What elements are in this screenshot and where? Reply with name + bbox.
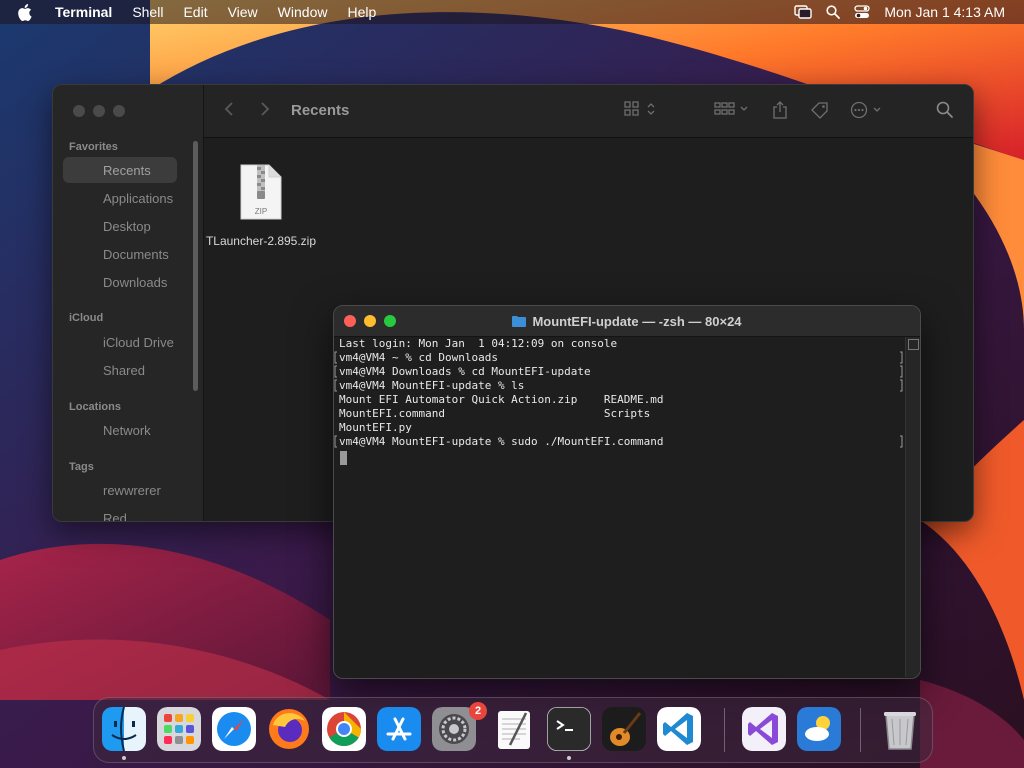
terminal-window: MountEFI-update — -zsh — 80×24 Last logi… [333, 305, 921, 679]
more-actions-icon[interactable] [850, 101, 886, 122]
sidebar-item-tag-rewwrerer[interactable]: rewwrerer [63, 477, 177, 503]
zip-badge-text: ZIP [255, 207, 267, 216]
apple-menu-icon[interactable] [17, 3, 37, 21]
dock-weather-icon[interactable]: Weather [797, 707, 841, 751]
finder-running-indicator [122, 756, 126, 760]
dock-terminal-icon[interactable]: Terminal [547, 707, 591, 751]
document-icon [71, 247, 91, 261]
menu-window[interactable]: Window [278, 4, 328, 20]
terminal-running-indicator [567, 756, 571, 760]
finder-zoom-button[interactable] [113, 105, 125, 117]
sidebar-section-favorites: Favorites [69, 141, 118, 153]
sidebar-item-downloads[interactable]: Downloads [63, 269, 177, 295]
tag-icon [71, 511, 91, 521]
finder-toolbar: Recents [204, 85, 973, 138]
menu-help[interactable]: Help [347, 4, 376, 20]
prompt-marks [334, 351, 903, 448]
sidebar-section-locations: Locations [69, 401, 121, 413]
sidebar-item-label: Recents [103, 162, 151, 178]
settings-notification-badge: 2 [469, 702, 487, 720]
sidebar-item-label: Documents [103, 246, 169, 262]
sidebar-item-icloud-drive[interactable]: iCloud Drive [63, 329, 177, 355]
sidebar-item-recents[interactable]: Recents [63, 157, 177, 183]
menu-bar: Terminal Shell Edit View Window Help Mon… [0, 0, 1024, 24]
search-icon[interactable] [936, 101, 954, 122]
file-name-label: TLauncher-2.895.zip [205, 234, 317, 248]
tag-icon[interactable] [810, 101, 830, 122]
cloud-icon [71, 335, 91, 349]
screen-mirroring-icon[interactable] [794, 5, 813, 19]
icon-view-icon[interactable] [624, 101, 658, 120]
shared-folder-icon [71, 363, 91, 377]
dock-app-store-icon[interactable]: App Store [377, 707, 421, 751]
sidebar-item-label: Shared [103, 362, 145, 378]
sidebar-item-applications[interactable]: Applications [63, 185, 177, 211]
download-icon [71, 275, 91, 289]
sidebar-item-label: Downloads [103, 274, 168, 290]
back-chevron-icon[interactable] [224, 101, 234, 120]
dock-visual-studio-icon[interactable]: Visual Studio [742, 707, 786, 751]
clock-icon [71, 163, 91, 177]
dock-safari-icon[interactable]: Safari [212, 707, 256, 751]
menu-app-name[interactable]: Terminal [55, 4, 112, 20]
sidebar-item-label: Desktop [103, 218, 151, 234]
sidebar-item-documents[interactable]: Documents [63, 241, 177, 267]
terminal-title-wrap: MountEFI-update — -zsh — 80×24 [334, 306, 920, 336]
dock-trash-icon[interactable]: Trash [878, 707, 922, 751]
terminal-scrollbar[interactable] [905, 337, 920, 677]
dock-launchpad-icon[interactable]: Launchpad [157, 707, 201, 751]
finder-window-title: Recents [291, 102, 350, 119]
forward-chevron-icon[interactable] [260, 101, 270, 120]
sidebar-item-label: rewwrerer [103, 482, 161, 498]
dock-textedit-icon[interactable]: TextEdit [492, 707, 536, 751]
dock-vscode-icon[interactable]: Visual Studio Code [657, 707, 701, 751]
terminal-content[interactable]: Last login: Mon Jan 1 04:12:09 on consol… [334, 337, 904, 677]
sidebar-section-icloud: iCloud [69, 312, 104, 324]
sidebar-item-desktop[interactable]: Desktop [63, 213, 177, 239]
terminal-title: MountEFI-update — -zsh — 80×24 [532, 313, 742, 329]
network-icon [71, 423, 91, 437]
dock-firefox-icon[interactable]: Firefox [267, 707, 311, 751]
desktop-icon [71, 219, 91, 233]
sidebar-item-tag-red[interactable]: Red [63, 505, 177, 522]
spotlight-search-icon[interactable] [826, 5, 841, 19]
menu-edit[interactable]: Edit [183, 4, 207, 20]
menu-view[interactable]: View [228, 4, 258, 20]
dock-finder-icon[interactable]: Finder [102, 707, 146, 751]
share-icon[interactable] [772, 101, 788, 122]
sidebar-item-network[interactable]: Network [63, 417, 177, 443]
folder-icon [512, 316, 527, 327]
finder-sidebar: Favorites Recents Applications Desktop D… [53, 85, 204, 521]
finder-window-controls [73, 105, 125, 117]
sidebar-scrollbar[interactable] [193, 141, 198, 391]
dock: Finder Launchpad Safari Firefox Chrome A… [93, 697, 933, 763]
dock-garageband-icon[interactable]: GarageBand [602, 707, 646, 751]
finder-minimize-button[interactable] [93, 105, 105, 117]
zip-file-icon: ZIP [240, 164, 282, 220]
menu-clock[interactable]: Mon Jan 1 4:13 AM [884, 4, 1005, 20]
finder-close-button[interactable] [73, 105, 85, 117]
sidebar-item-shared[interactable]: Shared [63, 357, 177, 383]
group-by-icon[interactable] [714, 101, 750, 120]
terminal-titlebar[interactable]: MountEFI-update — -zsh — 80×24 [334, 306, 920, 337]
dock-separator [860, 708, 861, 752]
sidebar-item-label: Applications [103, 190, 174, 206]
sidebar-item-label: Red [103, 510, 127, 522]
control-center-icon[interactable] [854, 5, 871, 19]
applications-icon [71, 191, 91, 205]
menu-shell[interactable]: Shell [132, 4, 163, 20]
sidebar-item-label: iCloud Drive [103, 334, 174, 350]
dock-separator [724, 708, 725, 752]
tag-icon [71, 483, 91, 497]
sidebar-section-tags: Tags [69, 461, 94, 473]
scroll-corner-icon [908, 339, 919, 350]
sidebar-item-label: Network [103, 422, 151, 438]
dock-chrome-icon[interactable]: Chrome [322, 707, 366, 751]
